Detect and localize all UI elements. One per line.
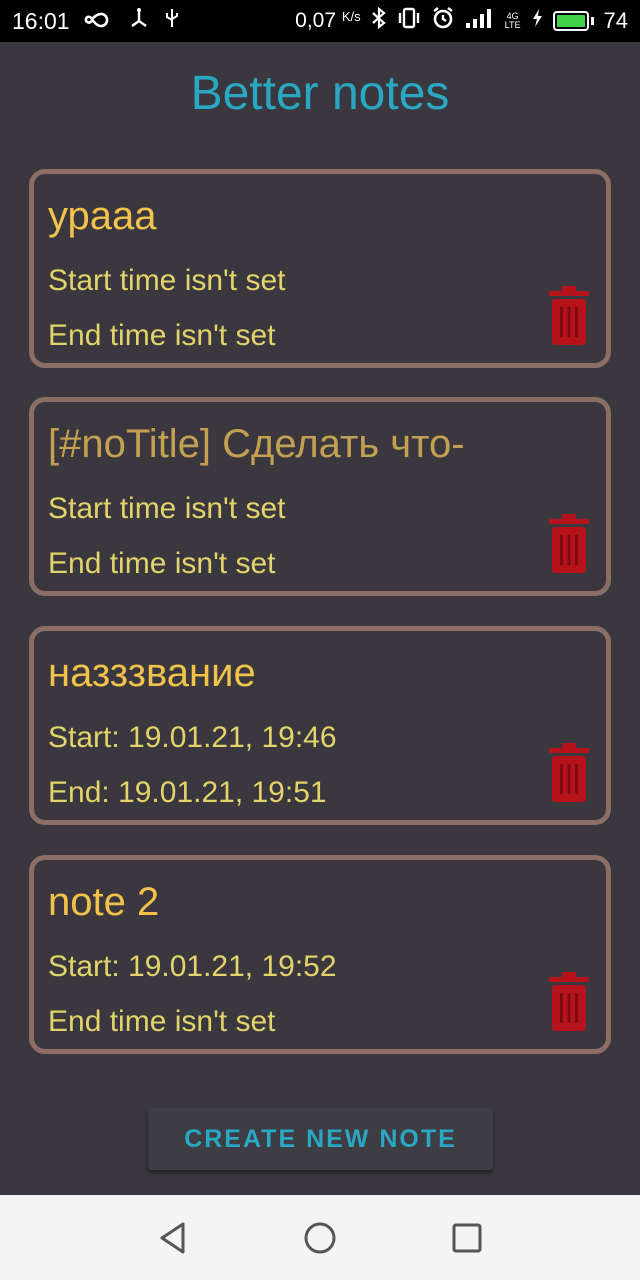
usb-icon <box>128 7 150 35</box>
note-title: note 2 <box>48 880 160 924</box>
note-end-time: End time isn't set <box>48 1005 276 1038</box>
battery-level: 74 <box>603 8 628 33</box>
note-title: урааа <box>48 194 157 238</box>
navigation-bar <box>0 1195 640 1280</box>
note-card[interactable]: note 2 Start: 19.01.21, 19:52 End time i… <box>29 855 611 1054</box>
app-title: Better notes <box>190 67 450 120</box>
signal-icon <box>465 7 495 35</box>
note-title: [#noTitle] Сделать что- <box>48 422 465 466</box>
alarm-icon <box>431 6 455 36</box>
network-speed: 0,07 K/s <box>295 9 361 32</box>
note-start-time: Start time isn't set <box>48 264 286 297</box>
usb-debug-icon <box>164 7 180 35</box>
charging-icon <box>531 8 543 34</box>
create-note-button[interactable]: CREATE NEW NOTE <box>148 1108 493 1170</box>
home-icon[interactable] <box>300 1218 340 1258</box>
note-start-time: Start: 19.01.21, 19:46 <box>48 721 337 754</box>
status-time: 16:01 <box>12 7 70 34</box>
network-type: 4G LTE <box>504 11 521 30</box>
note-start-time: Start time isn't set <box>48 492 286 525</box>
note-title: назззвание <box>48 651 256 695</box>
delete-icon[interactable] <box>547 285 591 347</box>
note-end-time: End time isn't set <box>48 319 276 352</box>
infinity-icon <box>84 8 114 34</box>
vibrate-icon <box>397 7 421 35</box>
note-card[interactable]: назззвание Start: 19.01.21, 19:46 End: 1… <box>29 626 611 825</box>
note-card[interactable]: [#noTitle] Сделать что- Start time isn't… <box>29 397 611 596</box>
status-bar: 16:01 0,07 K/s 4G LTE 74 <box>0 0 640 42</box>
delete-icon[interactable] <box>547 513 591 575</box>
note-end-time: End: 19.01.21, 19:51 <box>48 776 327 809</box>
bluetooth-icon <box>371 6 387 36</box>
back-icon[interactable] <box>153 1218 193 1258</box>
note-start-time: Start: 19.01.21, 19:52 <box>48 950 337 983</box>
battery-icon <box>552 11 594 31</box>
recents-icon[interactable] <box>447 1218 487 1258</box>
note-card[interactable]: урааа Start time isn't set End time isn'… <box>29 169 611 368</box>
delete-icon[interactable] <box>547 971 591 1033</box>
delete-icon[interactable] <box>547 742 591 804</box>
note-end-time: End time isn't set <box>48 547 276 580</box>
